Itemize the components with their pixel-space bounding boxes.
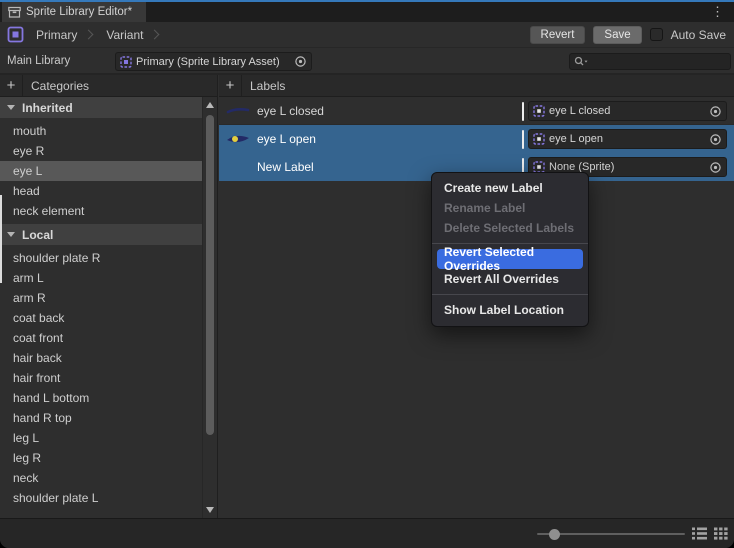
scrollbar-thumb[interactable] xyxy=(206,115,214,435)
search-input[interactable] xyxy=(588,56,708,68)
sprite-field-group: eye L open xyxy=(522,129,727,149)
breadcrumb-chevron-icon xyxy=(150,30,160,40)
category-item[interactable]: coat back xyxy=(0,308,202,328)
category-item-selected[interactable]: eye L xyxy=(0,161,202,181)
sprite-icon xyxy=(533,105,545,117)
category-item[interactable]: hand R top xyxy=(0,408,202,428)
object-picker-icon[interactable] xyxy=(709,161,722,174)
category-item[interactable]: mouth xyxy=(0,121,202,141)
slider-handle[interactable] xyxy=(549,529,560,540)
category-item[interactable]: arm L xyxy=(0,268,202,288)
main-library-bar: Main Library Primary (Sprite Library Ass… xyxy=(0,49,734,75)
eye-open-sprite-thumbnail xyxy=(225,132,251,146)
breadcrumb-primary[interactable]: Primary xyxy=(30,28,83,42)
object-picker-icon[interactable] xyxy=(709,105,722,118)
main-library-label: Main Library xyxy=(7,55,70,67)
categories-panel: + Categories Inherited mouth eye R eye L… xyxy=(0,75,218,518)
tab-title: Sprite Library Editor* xyxy=(26,6,132,18)
categories-list: Inherited mouth eye R eye L head neck el… xyxy=(0,97,202,518)
category-item[interactable]: neck element xyxy=(0,201,202,221)
grid-view-icon[interactable] xyxy=(714,527,728,540)
category-item[interactable]: hair back xyxy=(0,348,202,368)
category-item[interactable]: shoulder plate L xyxy=(0,488,202,508)
label-name: New Label xyxy=(257,160,314,174)
breadcrumb-variant[interactable]: Variant xyxy=(100,28,149,42)
label-name: eye L closed xyxy=(257,104,324,118)
menu-separator xyxy=(432,294,588,295)
section-local[interactable]: Local xyxy=(0,224,202,245)
category-item[interactable]: leg L xyxy=(0,428,202,448)
list-focus-edge xyxy=(0,195,2,283)
bottom-bar xyxy=(0,518,734,548)
menu-item-revert-selected-overrides[interactable]: Revert Selected Overrides xyxy=(437,249,583,269)
save-button[interactable]: Save xyxy=(593,26,641,44)
category-item[interactable]: leg R xyxy=(0,448,202,468)
search-icon xyxy=(574,56,588,67)
foldout-triangle-icon xyxy=(7,232,15,237)
object-picker-icon[interactable] xyxy=(294,55,307,68)
labels-header: + Labels xyxy=(219,75,734,97)
view-mode-icons xyxy=(692,527,728,540)
menu-separator xyxy=(432,243,588,244)
sprite-value: eye L open xyxy=(549,133,603,145)
category-item[interactable]: arm R xyxy=(0,288,202,308)
category-item[interactable]: hair front xyxy=(0,368,202,388)
object-picker-icon[interactable] xyxy=(709,133,722,146)
revert-button[interactable]: Revert xyxy=(530,26,586,44)
sprite-object-field[interactable]: eye L open xyxy=(528,129,727,149)
categories-header: + Categories xyxy=(0,75,217,97)
sprite-value: eye L closed xyxy=(549,105,610,117)
scroll-down-icon[interactable] xyxy=(206,507,214,513)
sprite-library-asset-icon xyxy=(7,26,24,43)
editor-tab[interactable]: Sprite Library Editor* xyxy=(2,2,146,22)
eye-closed-sprite-thumbnail xyxy=(225,105,251,117)
menu-item-rename-label: Rename Label xyxy=(432,198,588,218)
categories-title: Categories xyxy=(31,79,89,93)
add-label-button[interactable]: + xyxy=(219,75,242,96)
label-name: eye L open xyxy=(257,132,316,146)
override-marker xyxy=(522,130,524,149)
category-item[interactable]: neck xyxy=(0,468,202,488)
sprite-field-group: eye L closed xyxy=(522,101,727,121)
label-row-eye-l-open[interactable]: eye L open eye L open xyxy=(219,125,734,153)
thumbnail-size-slider[interactable] xyxy=(537,533,685,535)
category-item[interactable]: head xyxy=(0,181,202,201)
override-marker xyxy=(522,102,524,121)
toolbar: Primary Variant Revert Save Auto Save xyxy=(0,22,734,48)
foldout-triangle-icon xyxy=(7,105,15,110)
category-item[interactable]: shoulder plate R xyxy=(0,248,202,268)
add-category-button[interactable]: + xyxy=(0,75,23,96)
auto-save-label: Auto Save xyxy=(671,28,726,42)
menu-item-show-label-location[interactable]: Show Label Location xyxy=(432,300,588,320)
sprite-library-editor-window: Sprite Library Editor* ⋮ Primary Variant… xyxy=(0,0,734,548)
sprite-library-asset-icon xyxy=(120,56,132,68)
categories-scrollbar[interactable] xyxy=(202,97,217,518)
auto-save-checkbox[interactable] xyxy=(650,28,663,41)
menu-item-delete-selected-labels: Delete Selected Labels xyxy=(432,218,588,238)
list-view-icon[interactable] xyxy=(692,527,707,540)
toolbar-actions: Revert Save Auto Save xyxy=(530,26,726,44)
breadcrumb-chevron-icon xyxy=(84,30,94,40)
sprite-object-field[interactable]: eye L closed xyxy=(528,101,727,121)
sprite-icon xyxy=(533,133,545,145)
section-inherited[interactable]: Inherited xyxy=(0,97,202,118)
menu-item-create-new-label[interactable]: Create new Label xyxy=(432,178,588,198)
label-row-eye-l-closed[interactable]: eye L closed eye L closed xyxy=(219,97,734,125)
labels-title: Labels xyxy=(250,79,285,93)
search-field[interactable] xyxy=(569,53,731,70)
sprite-library-window-icon xyxy=(8,6,21,18)
context-menu: Create new Label Rename Label Delete Sel… xyxy=(431,172,589,327)
main-library-object-field[interactable]: Primary (Sprite Library Asset) xyxy=(115,52,312,71)
category-item[interactable]: hand L bottom xyxy=(0,388,202,408)
category-item[interactable]: coat front xyxy=(0,328,202,348)
scroll-up-icon[interactable] xyxy=(206,102,214,108)
main-library-value: Primary (Sprite Library Asset) xyxy=(136,56,280,68)
title-bar: Sprite Library Editor* ⋮ xyxy=(0,2,734,22)
category-item[interactable]: eye R xyxy=(0,141,202,161)
window-menu-icon[interactable]: ⋮ xyxy=(711,4,724,20)
